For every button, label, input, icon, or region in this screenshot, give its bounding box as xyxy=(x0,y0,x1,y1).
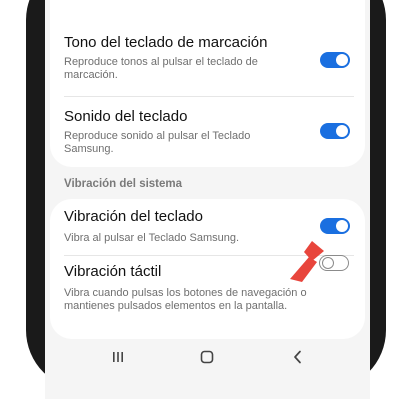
keyboard-vibration-toggle[interactable] xyxy=(320,218,350,234)
red-arrow-icon xyxy=(290,241,324,282)
setting-title: Tono del teclado de marcación xyxy=(64,34,268,51)
setting-description: Reproduce tonos al pulsar el teclado de … xyxy=(64,56,258,81)
home-icon[interactable] xyxy=(199,349,215,365)
setting-row-keyboard-sound[interactable]: Sonido del teclado Reproduce sonido al p… xyxy=(64,108,364,158)
navigation-bar xyxy=(45,339,370,399)
setting-description: Reproduce sonido al pulsar el Teclado Sa… xyxy=(64,130,251,155)
recent-apps-icon[interactable] xyxy=(110,349,126,365)
keyboard-sound-toggle[interactable] xyxy=(320,123,350,139)
back-icon[interactable] xyxy=(290,349,306,365)
toggle-knob xyxy=(336,220,348,232)
toggle-knob xyxy=(336,125,348,137)
section-header: Vibración del sistema xyxy=(64,178,183,190)
setting-description: Vibra cuando pulsas los botones de naveg… xyxy=(64,287,307,312)
setting-title: Vibración del teclado xyxy=(64,208,203,225)
dial-tone-toggle[interactable] xyxy=(320,52,350,68)
screenshot-stage: Tono del teclado de marcación Reproduce … xyxy=(0,0,410,399)
divider xyxy=(64,96,354,97)
toggle-knob xyxy=(336,54,348,66)
setting-title: Sonido del teclado xyxy=(64,108,188,125)
setting-row-dial-tone[interactable]: Tono del teclado de marcación Reproduce … xyxy=(64,34,364,90)
setting-title: Vibración táctil xyxy=(64,263,162,280)
